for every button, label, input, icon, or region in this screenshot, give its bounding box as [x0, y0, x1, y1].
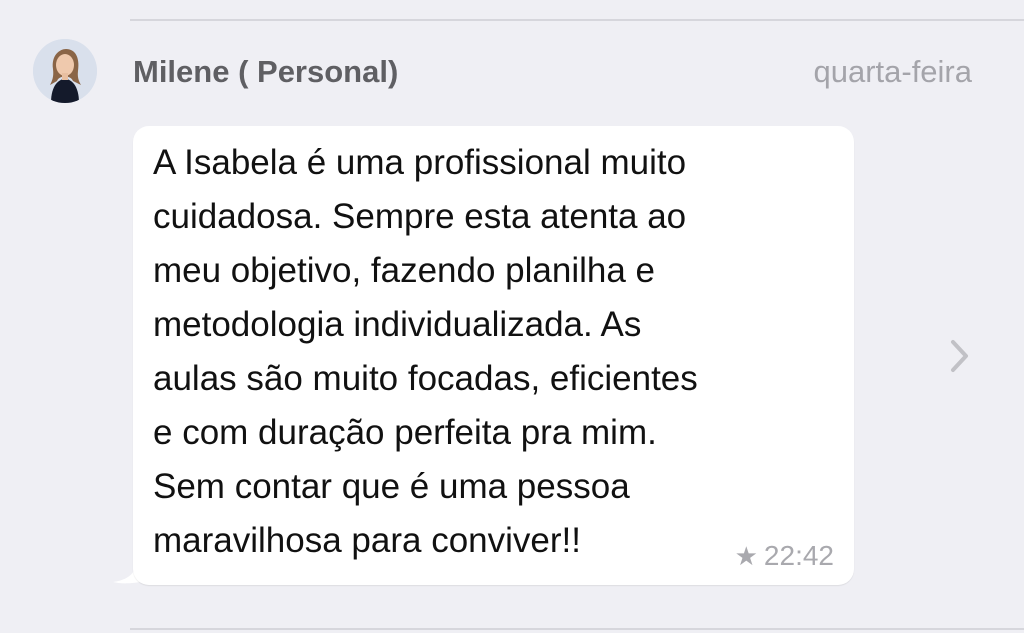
message-time: 22:42 [763, 540, 834, 571]
profile-photo [33, 39, 97, 103]
chevron-right-icon[interactable] [944, 333, 974, 379]
top-divider [130, 19, 1024, 21]
message-bubble[interactable]: A Isabela é uma profissional muito cuida… [133, 126, 854, 585]
star-icon: ★ [734, 541, 758, 571]
bottom-divider [130, 628, 1024, 630]
message-date: quarta-feira [813, 54, 972, 89]
message-text: A Isabela é uma profissional muito cuida… [153, 143, 698, 560]
message-meta: ★ 22:42 [735, 540, 834, 572]
avatar[interactable] [33, 39, 97, 103]
sender-name: Milene ( Personal) [133, 54, 399, 89]
